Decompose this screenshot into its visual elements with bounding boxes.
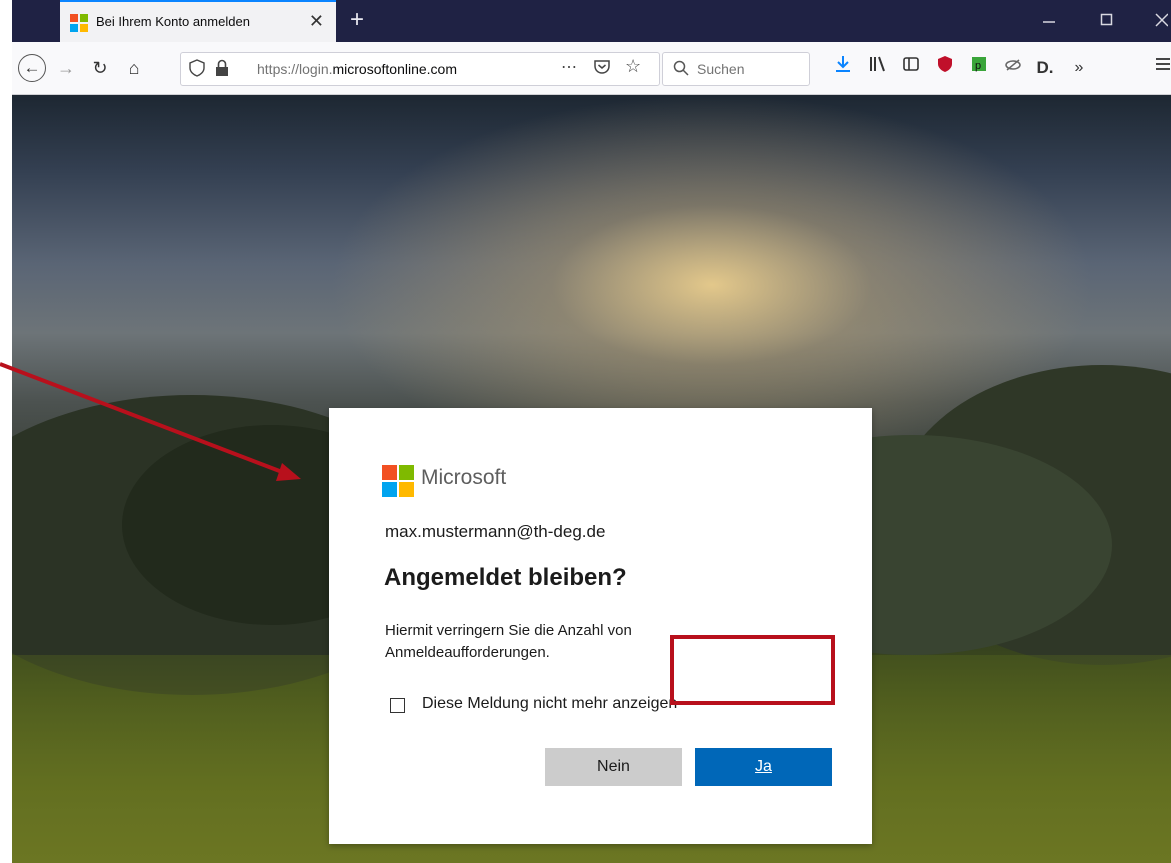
annotation-arrow bbox=[0, 362, 301, 481]
